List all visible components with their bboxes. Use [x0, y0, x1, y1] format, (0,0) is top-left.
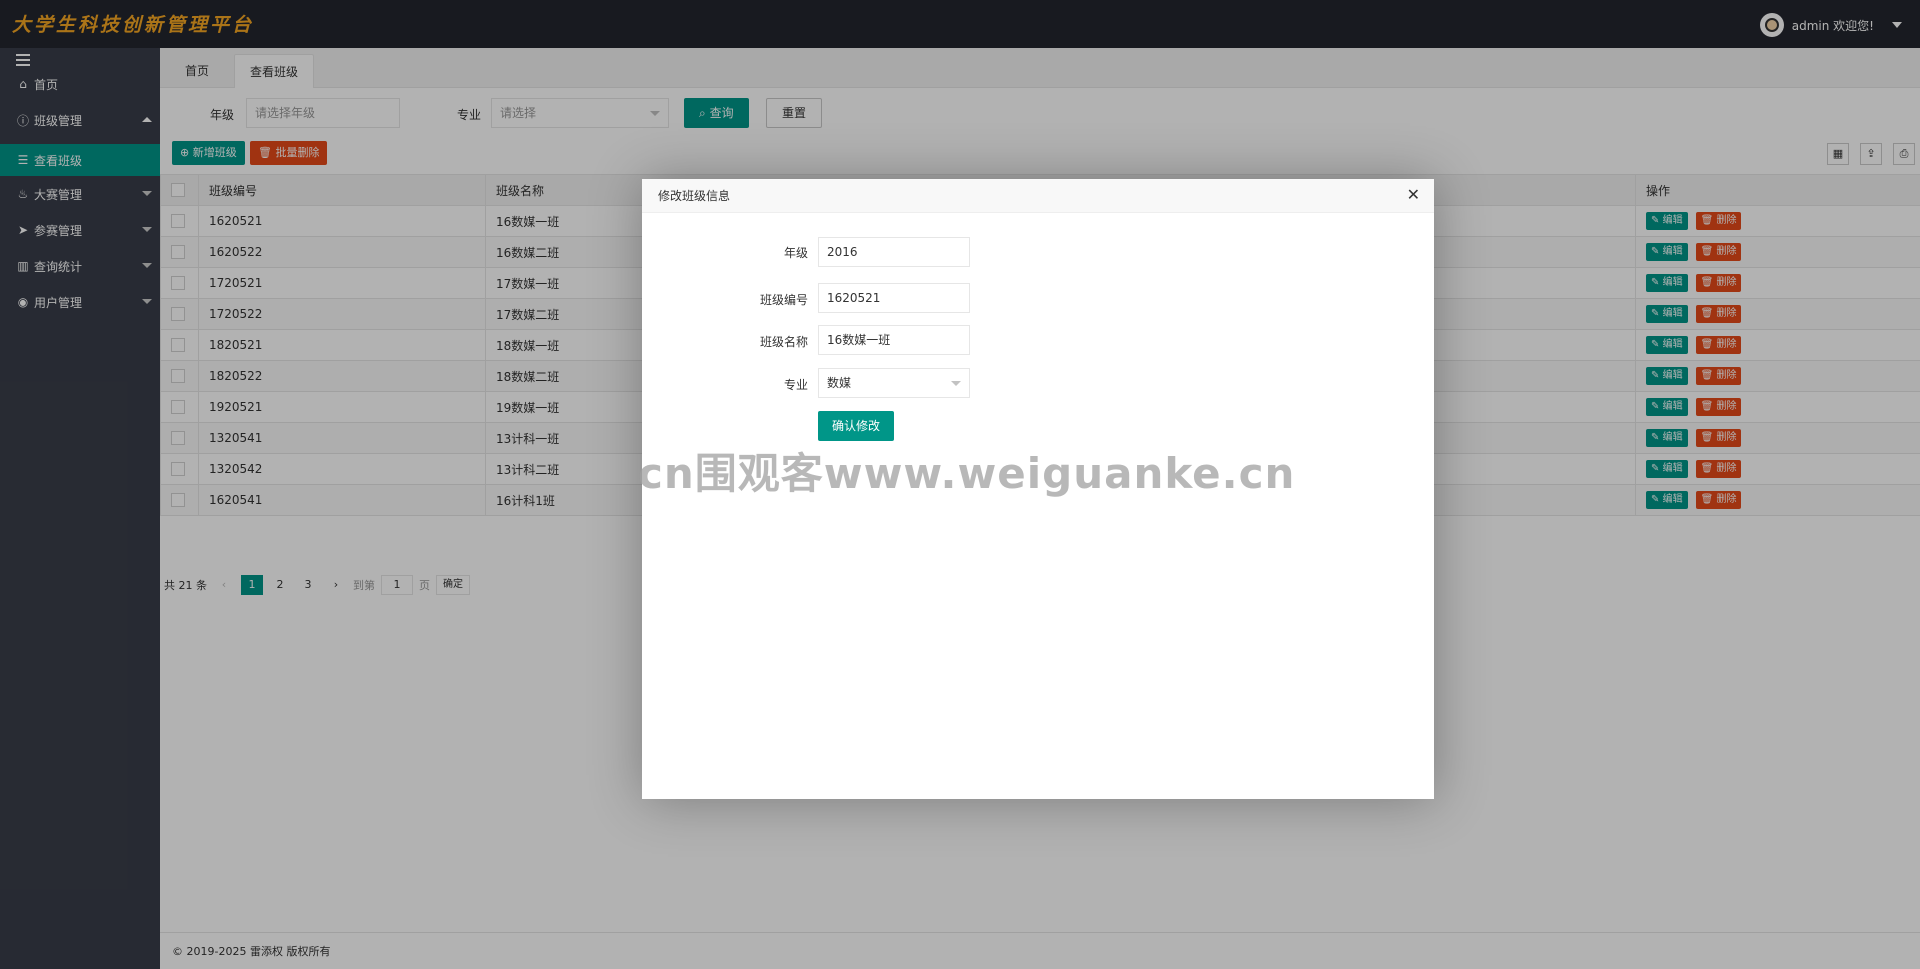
class-code-field[interactable]: 1620521	[818, 283, 970, 313]
major-field-select[interactable]: 数媒	[818, 368, 970, 398]
major-field-label: 专业	[783, 378, 808, 392]
chevron-down-icon	[951, 381, 961, 386]
class-name-field[interactable]: 16数媒一班	[818, 325, 970, 355]
major-field-value: 数媒	[827, 376, 852, 390]
close-icon[interactable]: ✕	[1407, 185, 1420, 205]
watermark: cn围观客www.weiguanke.cn	[638, 449, 1296, 498]
class-code-field-label: 班级编号	[759, 293, 808, 307]
class-name-field-label: 班级名称	[759, 335, 808, 349]
grade-field[interactable]: 2016	[818, 237, 970, 267]
confirm-edit-button[interactable]: 确认修改	[818, 411, 895, 441]
grade-field-label: 年级	[783, 246, 808, 260]
modal-title: 修改班级信息	[642, 179, 1434, 213]
